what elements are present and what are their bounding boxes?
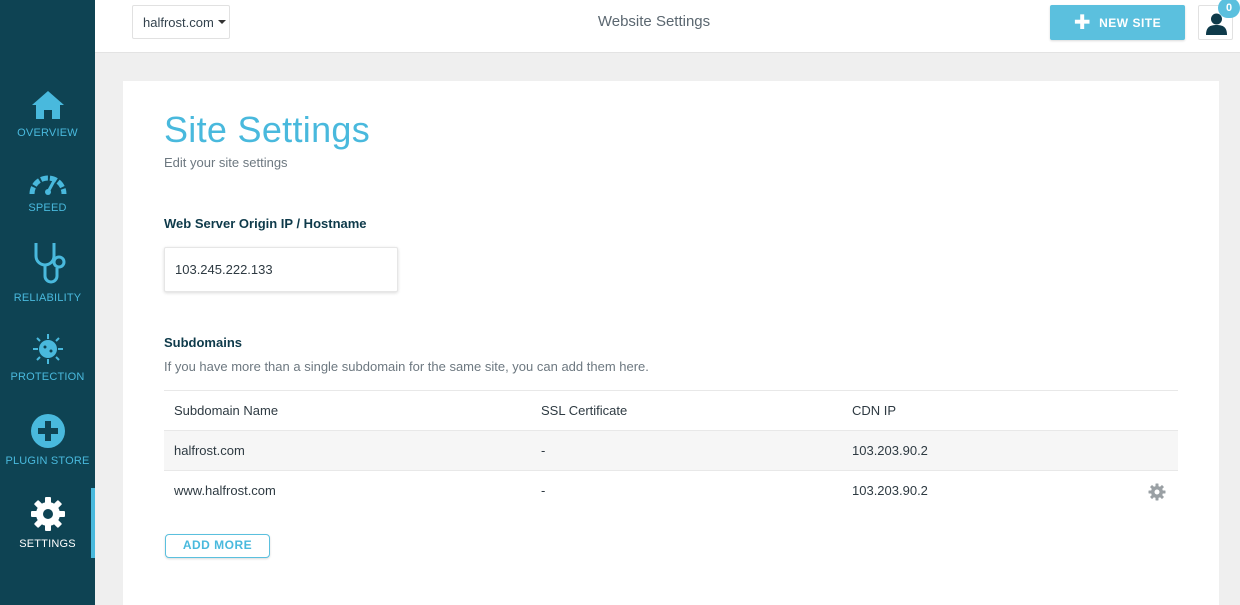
stethoscope-icon bbox=[34, 243, 65, 284]
page-header-title: Website Settings bbox=[597, 13, 711, 30]
ssl-certificate: - bbox=[541, 443, 546, 458]
sidebar-item-speed[interactable]: SPEED bbox=[0, 170, 95, 214]
origin-ip-input[interactable] bbox=[164, 247, 398, 292]
speedometer-icon bbox=[29, 175, 66, 195]
sidebar-item-overview[interactable]: OVERVIEW bbox=[0, 89, 95, 139]
sidebar-item-plugin-store[interactable]: PLUGIN STORE bbox=[0, 413, 95, 467]
sidebar-item-label: OVERVIEW bbox=[17, 127, 78, 139]
settings-card: Site Settings Edit your site settings We… bbox=[123, 81, 1219, 605]
sidebar-item-protection[interactable]: PROTECTION bbox=[0, 333, 95, 383]
cdn-ip: 103.203.90.2 bbox=[852, 443, 928, 458]
origin-section-title: Web Server Origin IP / Hostname bbox=[164, 216, 367, 231]
ssl-certificate: - bbox=[541, 483, 546, 498]
plus-circle-icon bbox=[30, 414, 65, 448]
plus-icon: ✚ bbox=[1073, 11, 1092, 34]
subdomains-table: Subdomain Name SSL Certificate CDN IP ha… bbox=[164, 390, 1178, 510]
top-bar: halfrost.com Website Settings ✚ NEW SITE… bbox=[95, 0, 1240, 53]
notification-badge[interactable]: 0 bbox=[1218, 0, 1240, 18]
table-row: www.halfrost.com - 103.203.90.2 bbox=[164, 470, 1178, 510]
active-indicator bbox=[91, 488, 95, 558]
new-site-button[interactable]: ✚ NEW SITE bbox=[1050, 5, 1185, 40]
sidebar-item-label: PROTECTION bbox=[10, 371, 85, 383]
subdomain-name: www.halfrost.com bbox=[174, 483, 276, 498]
gear-icon bbox=[30, 497, 65, 531]
sidebar-item-settings[interactable]: SETTINGS bbox=[0, 496, 95, 550]
subdomain-name: halfrost.com bbox=[174, 443, 245, 458]
page-subtitle: Edit your site settings bbox=[164, 155, 288, 170]
column-header-ssl: SSL Certificate bbox=[541, 403, 628, 418]
sidebar: OVERVIEW SPEED RELIABILITY PROTECTION PL… bbox=[0, 0, 95, 605]
column-header-cdn-ip: CDN IP bbox=[852, 403, 897, 418]
column-header-subdomain: Subdomain Name bbox=[174, 403, 279, 418]
subdomains-section-title: Subdomains bbox=[164, 335, 243, 350]
virus-icon bbox=[32, 334, 63, 364]
add-more-button[interactable]: ADD MORE bbox=[165, 534, 270, 558]
new-site-label: NEW SITE bbox=[1099, 15, 1162, 30]
subdomains-description: If you have more than a single subdomain… bbox=[164, 359, 649, 374]
sidebar-item-reliability[interactable]: RELIABILITY bbox=[0, 240, 95, 304]
sidebar-item-label: PLUGIN STORE bbox=[5, 455, 90, 467]
table-row: halfrost.com - 103.203.90.2 bbox=[164, 430, 1178, 470]
sidebar-item-label: SPEED bbox=[28, 202, 67, 214]
table-header-row: Subdomain Name SSL Certificate CDN IP bbox=[164, 390, 1178, 430]
home-icon bbox=[31, 91, 64, 119]
page-title: Site Settings bbox=[164, 109, 371, 150]
cdn-ip: 103.203.90.2 bbox=[852, 483, 928, 498]
gear-icon[interactable] bbox=[1148, 483, 1166, 501]
sidebar-item-label: SETTINGS bbox=[19, 538, 76, 550]
sidebar-item-label: RELIABILITY bbox=[13, 292, 82, 304]
